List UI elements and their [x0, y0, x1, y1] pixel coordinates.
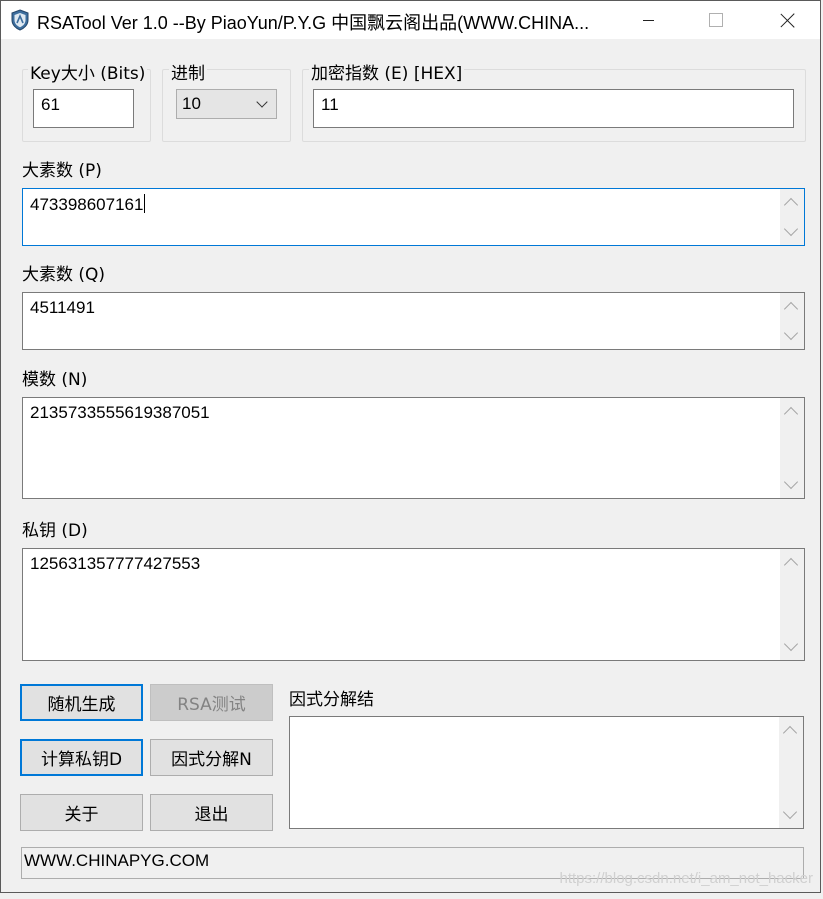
status-text: WWW.CHINAPYG.COM: [24, 851, 210, 870]
scroll-up-icon[interactable]: [783, 301, 799, 317]
prime-p-scrollbar[interactable]: [780, 189, 804, 245]
modulus-label: 模数 (N): [22, 370, 88, 390]
radix-label: 进制: [169, 59, 207, 84]
keysize-label: Key大小 (Bits): [28, 59, 148, 84]
radix-selected: 10: [182, 94, 201, 113]
scroll-up-icon[interactable]: [783, 557, 799, 573]
scroll-down-icon[interactable]: [783, 221, 799, 237]
private-key-label: 私钥 (D): [22, 521, 88, 541]
chevron-down-icon: [256, 96, 268, 108]
private-key-value: 125631357777427553: [30, 554, 201, 573]
modulus-scrollbar[interactable]: [780, 398, 804, 498]
watermark-text: https://blog.csdn.net/i_am_not_hacker: [559, 870, 814, 887]
app-shield-icon: [11, 9, 29, 31]
close-icon: [781, 13, 795, 27]
title-bar[interactable]: RSATool Ver 1.0 --By PiaoYun/P.Y.G 中国飘云阁…: [1, 1, 820, 39]
prime-q-value: 4511491: [30, 298, 95, 317]
scroll-up-icon[interactable]: [782, 725, 798, 741]
prime-q-input[interactable]: 4511491: [22, 292, 805, 350]
keysize-input[interactable]: 61: [33, 89, 134, 128]
exponent-label: 加密指数 (E) [HEX]: [309, 59, 465, 84]
modulus-input[interactable]: 2135733555619387051: [22, 397, 805, 499]
modulus-value: 2135733555619387051: [30, 403, 210, 422]
keysize-value: 61: [41, 95, 60, 114]
scroll-up-icon[interactable]: [783, 406, 799, 422]
exponent-value: 11: [321, 95, 339, 114]
factor-n-button[interactable]: 因式分解N: [150, 739, 273, 776]
maximize-button[interactable]: [693, 1, 739, 39]
rsa-test-button[interactable]: RSA测试: [150, 684, 273, 721]
exit-button[interactable]: 退出: [150, 794, 273, 831]
private-key-scrollbar[interactable]: [780, 549, 804, 660]
prime-p-value: 473398607161: [30, 195, 144, 214]
exponent-input[interactable]: 11: [313, 89, 794, 128]
prime-q-label: 大素数 (Q): [22, 265, 106, 285]
prime-q-scrollbar[interactable]: [780, 293, 804, 349]
scroll-down-icon[interactable]: [783, 636, 799, 652]
maximize-icon: [709, 13, 723, 27]
factor-result-scrollbar[interactable]: [779, 717, 803, 828]
factor-result-label: 因式分解结: [289, 690, 374, 710]
window-title: RSATool Ver 1.0 --By PiaoYun/P.Y.G 中国飘云阁…: [37, 13, 590, 33]
calculate-d-button[interactable]: 计算私钥D: [20, 739, 143, 776]
prime-p-label: 大素数 (P): [22, 161, 102, 181]
scroll-down-icon[interactable]: [783, 474, 799, 490]
scroll-down-icon[interactable]: [783, 325, 799, 341]
close-button[interactable]: [765, 1, 811, 39]
prime-p-input[interactable]: 473398607161: [22, 188, 805, 246]
factor-result-output[interactable]: [289, 716, 804, 829]
rsatool-window: RSATool Ver 1.0 --By PiaoYun/P.Y.G 中国飘云阁…: [0, 0, 821, 893]
radix-select[interactable]: 10: [176, 89, 277, 119]
scroll-up-icon[interactable]: [783, 197, 799, 213]
random-generate-button[interactable]: 随机生成: [20, 684, 143, 721]
minimize-button[interactable]: [625, 1, 671, 39]
minimize-icon: [642, 19, 654, 21]
scroll-down-icon[interactable]: [782, 804, 798, 820]
text-caret: [144, 194, 146, 213]
about-button[interactable]: 关于: [20, 794, 143, 831]
private-key-input[interactable]: 125631357777427553: [22, 548, 805, 661]
